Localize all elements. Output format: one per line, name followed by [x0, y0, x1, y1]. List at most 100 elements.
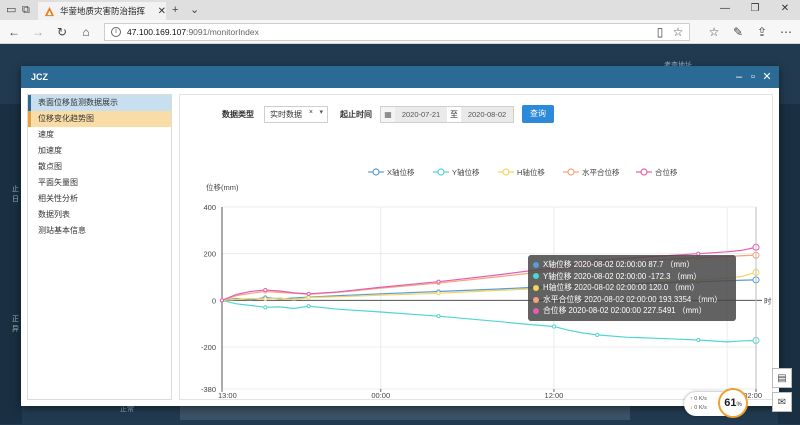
browser-tab[interactable]: 华蓥地质灾害防治指挥 ✕ [38, 2, 166, 20]
legend-marker [502, 168, 510, 176]
home-icon[interactable]: ⌂ [78, 25, 94, 39]
x-axis-label: 时间 [764, 295, 772, 305]
sidebar-item[interactable]: 测站基本信息 [28, 223, 171, 239]
restore-icon[interactable]: ❐ [740, 2, 770, 16]
site-info-icon[interactable]: i [111, 27, 121, 37]
data-point [263, 296, 268, 302]
data-point [436, 314, 441, 319]
usage-percent-unit: % [736, 401, 742, 408]
legend-marker [567, 168, 575, 176]
legend-marker [640, 168, 648, 176]
tooltip-row: 水平合位移 2020-08-02 02:00:00 193.3354 （mm） [533, 294, 731, 306]
dropdown-arrow-icon[interactable]: ▾ [319, 108, 323, 116]
chart-tooltip: X轴位移 2020-08-02 02:00:00 87.7 （mm） Y轴位移 2… [528, 255, 736, 321]
data-type-value: 实时数据 [270, 109, 302, 119]
usage-percent: 61 [724, 397, 737, 409]
end-date-input[interactable]: 2020-08-02 [461, 106, 513, 122]
browser-nav-bar: ← → ↻ ⌂ i 47.100.169.107:9091/monitorInd… [0, 20, 800, 44]
tooltip-text: H轴位移 2020-08-02 02:00:00 120.0 （mm） [543, 283, 700, 293]
tooltip-dot-icon [533, 284, 539, 291]
comment-icon[interactable]: ▤ [772, 368, 792, 388]
window-close-icon[interactable]: ✕ [770, 2, 800, 16]
tooltip-dot-icon [533, 296, 539, 303]
usage-gauge[interactable]: 61% [718, 388, 748, 418]
share-icon[interactable]: ⇪ [754, 25, 770, 39]
data-type-select[interactable]: 实时数据 × ▾ [264, 105, 328, 123]
data-point [436, 279, 441, 284]
bg-fragment: 正 [12, 316, 19, 323]
sidebar-item[interactable]: 平面矢量图 [28, 175, 171, 191]
tab-title: 华蓥地质灾害防治指挥 [59, 6, 145, 16]
chart-panel: 数据类型 实时数据 × ▾ 起止时间 ▦ 2020-07-21 至 2020-0… [179, 94, 773, 400]
tab-preview-icon[interactable]: ⧉ [22, 3, 30, 17]
dialog-sidebar: 表面位移监测数据展示 位移变化趋势图 速度 加速度 散点图 平面矢量图 相关性分析 数据列表测… [27, 94, 172, 400]
clear-icon[interactable]: × [309, 109, 313, 116]
tab-close-icon[interactable]: ✕ [158, 6, 166, 17]
y-axis-label: 位移(mm) [206, 182, 239, 192]
new-tab-icon[interactable]: + [172, 3, 178, 17]
data-point [436, 291, 441, 296]
legend-label: 水平合位移 [582, 167, 620, 177]
query-button[interactable]: 查询 [522, 105, 554, 123]
y-tick-label: -380 [201, 385, 216, 394]
x-tick-label: 00:00 [371, 391, 390, 399]
station-dialog: JCZ – ▫ ✕ 表面位移监测数据展示 位移变化趋势图 速度 加速度 散点图 平面矢量图… [21, 66, 779, 406]
data-point [306, 291, 311, 296]
y-tick-label: -200 [201, 343, 216, 352]
legend-label: H轴位移 [517, 167, 545, 177]
data-point [219, 298, 225, 303]
bg-fragment: 日 [12, 196, 19, 203]
favorites-list-icon[interactable]: ☆ [706, 25, 722, 39]
tab-menu-chevron-icon[interactable]: ⌄ [190, 3, 199, 17]
chat-icon[interactable]: ✉ [772, 392, 792, 412]
bg-fragment: 异 [12, 326, 19, 333]
tooltip-dot-icon [533, 273, 539, 280]
tooltip-row: H轴位移 2020-08-02 02:00:00 120.0 （mm） [533, 282, 731, 294]
dialog-maximize-icon[interactable]: ▫ [747, 70, 759, 84]
tooltip-dot-icon [533, 261, 539, 268]
bg-scrollbar[interactable] [180, 406, 630, 420]
favorite-star-icon[interactable]: ☆ [670, 25, 686, 39]
tooltip-row: X轴位移 2020-08-02 02:00:00 87.7 （mm） [533, 259, 731, 271]
legend-marker [437, 168, 445, 176]
web-note-icon[interactable]: ✎ [730, 25, 746, 39]
sidebar-item[interactable]: 数据列表 [28, 207, 171, 223]
minimize-icon[interactable]: — [710, 2, 740, 16]
dialog-title: JCZ [31, 72, 49, 82]
dialog-minimize-icon[interactable]: – [733, 70, 745, 84]
download-speed: ↓ 0 K/s [690, 405, 707, 411]
sidebar-item[interactable]: 散点图 [28, 159, 171, 175]
date-separator: 至 [447, 106, 461, 122]
tooltip-text: 合位移 2020-08-02 02:00:00 227.5491 （mm） [543, 306, 707, 316]
dialog-close-icon[interactable]: ✕ [761, 70, 773, 84]
calendar-icon: ▦ [384, 109, 392, 119]
tooltip-dot-icon [533, 308, 539, 315]
more-icon[interactable]: ⋯ [778, 25, 794, 39]
address-bar[interactable]: i 47.100.169.107:9091/monitorIndex [104, 23, 690, 41]
sidebar-item[interactable]: 相关性分析 [28, 191, 171, 207]
data-point [696, 337, 701, 343]
data-point [263, 287, 268, 293]
start-date-input[interactable]: 2020-07-21 [395, 106, 447, 122]
sidebar-item[interactable]: 表面位移监测数据展示 [28, 95, 171, 111]
bg-fragment: 止 [12, 186, 19, 193]
back-icon[interactable]: ← [6, 25, 22, 39]
date-range-picker[interactable]: ▦ 2020-07-21 至 2020-08-02 [380, 105, 514, 123]
tooltip-text: X轴位移 2020-08-02 02:00:00 87.7 （mm） [543, 260, 695, 269]
legend-label: Y轴位移 [452, 167, 480, 177]
sidebar-item[interactable]: 速度 [28, 127, 171, 143]
forward-icon[interactable]: → [30, 25, 46, 39]
reading-view-icon[interactable]: ▯ [652, 25, 668, 39]
upload-speed: ↑ 0 K/s [690, 396, 707, 402]
refresh-icon[interactable]: ↻ [54, 25, 70, 39]
data-type-label: 数据类型 [222, 109, 254, 119]
data-point [306, 304, 311, 309]
sidebar-item[interactable]: 加速度 [28, 143, 171, 159]
tab-list-icon[interactable]: ▭ [6, 3, 16, 17]
tooltip-row: 合位移 2020-08-02 02:00:00 227.5491 （mm） [533, 305, 731, 317]
y-tick-label: 200 [203, 250, 216, 259]
site-logo-icon [44, 6, 55, 16]
x-tick-label: 13:00 [218, 391, 237, 399]
tooltip-text: 水平合位移 2020-08-02 02:00:00 193.3354 （mm） [543, 294, 722, 304]
sidebar-item[interactable]: 位移变化趋势图 [28, 111, 171, 127]
